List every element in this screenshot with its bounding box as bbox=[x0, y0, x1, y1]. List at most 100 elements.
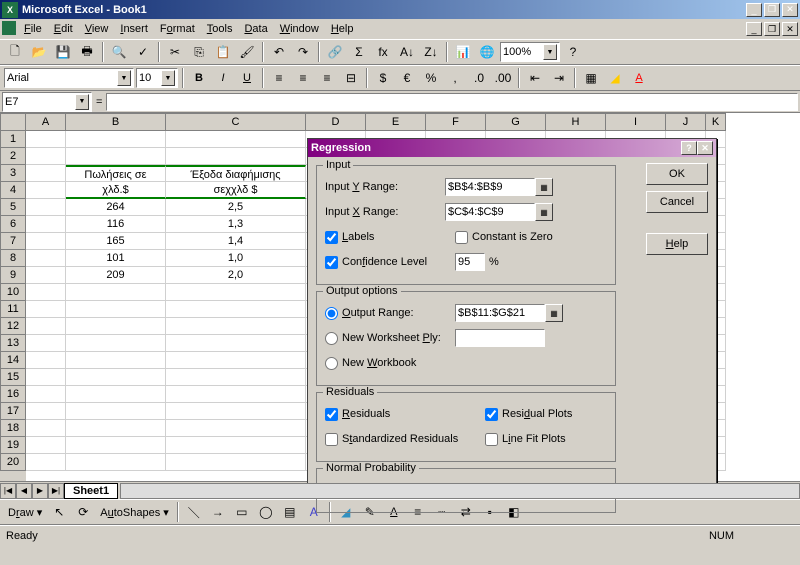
chevron-down-icon[interactable]: ▼ bbox=[543, 44, 557, 60]
row-header[interactable]: 19 bbox=[0, 437, 26, 454]
redo-icon[interactable]: ↷ bbox=[292, 41, 314, 63]
cell[interactable] bbox=[166, 301, 306, 318]
draw-menu[interactable]: Draw ▾ bbox=[4, 506, 46, 519]
row-header[interactable]: 2 bbox=[0, 148, 26, 165]
cell[interactable] bbox=[26, 250, 66, 267]
rectangle-icon[interactable]: ▭ bbox=[231, 501, 253, 523]
open-icon[interactable]: 📂 bbox=[28, 41, 50, 63]
range-picker-icon[interactable]: ▦ bbox=[545, 304, 563, 322]
cell[interactable] bbox=[26, 437, 66, 454]
dialog-close-button[interactable]: ✕ bbox=[697, 141, 713, 155]
paste-icon[interactable]: 📋 bbox=[212, 41, 234, 63]
fill-color-icon[interactable]: ◢ bbox=[604, 67, 626, 89]
font-color-icon[interactable]: A bbox=[628, 67, 650, 89]
bold-button[interactable]: B bbox=[188, 67, 210, 89]
menu-window[interactable]: Window bbox=[274, 21, 325, 37]
euro-icon[interactable]: € bbox=[396, 67, 418, 89]
cancel-button[interactable]: Cancel bbox=[646, 191, 708, 213]
cell[interactable] bbox=[166, 318, 306, 335]
row-header[interactable]: 4 bbox=[0, 182, 26, 199]
row-header[interactable]: 18 bbox=[0, 420, 26, 437]
cell[interactable] bbox=[26, 454, 66, 471]
constant-zero-checkbox[interactable]: Constant is Zero bbox=[455, 231, 553, 244]
new-sheet-radio[interactable]: New Worksheet Ply: bbox=[325, 332, 455, 345]
cell[interactable] bbox=[26, 131, 66, 148]
y-range-input[interactable] bbox=[445, 178, 535, 196]
cell[interactable] bbox=[66, 335, 166, 352]
minimize-button[interactable]: _ bbox=[746, 3, 762, 17]
labels-checkbox[interactable]: Labels bbox=[325, 231, 455, 244]
format-painter-icon[interactable]: 🖌 bbox=[236, 41, 258, 63]
align-right-icon[interactable]: ≡ bbox=[316, 67, 338, 89]
std-residuals-checkbox[interactable]: Standardized Residuals bbox=[325, 433, 485, 446]
cell[interactable] bbox=[26, 318, 66, 335]
row-header[interactable]: 3 bbox=[0, 165, 26, 182]
next-tab-button[interactable]: ▶ bbox=[32, 483, 48, 499]
dec-decimal-icon[interactable]: .00 bbox=[492, 67, 514, 89]
textbox-icon[interactable]: ▤ bbox=[279, 501, 301, 523]
spell-icon[interactable]: ✓ bbox=[132, 41, 154, 63]
menu-edit[interactable]: Edit bbox=[48, 21, 79, 37]
cell[interactable] bbox=[66, 352, 166, 369]
autoshapes-menu[interactable]: AutoShapes ▾ bbox=[96, 506, 173, 519]
cell[interactable] bbox=[166, 403, 306, 420]
cell[interactable] bbox=[26, 403, 66, 420]
cell[interactable] bbox=[166, 420, 306, 437]
preview-icon[interactable]: 🔍 bbox=[108, 41, 130, 63]
chart-icon[interactable]: 📊 bbox=[452, 41, 474, 63]
cell[interactable] bbox=[66, 369, 166, 386]
confidence-checkbox[interactable]: Confidence Level bbox=[325, 256, 455, 269]
cell[interactable]: 101 bbox=[66, 250, 166, 267]
select-all-corner[interactable] bbox=[0, 113, 26, 131]
column-header[interactable]: H bbox=[546, 113, 606, 131]
cell[interactable]: 1,4 bbox=[166, 233, 306, 250]
fontsize-combo[interactable]: 10 ▼ bbox=[136, 68, 178, 88]
residuals-checkbox[interactable]: Residuals bbox=[325, 408, 485, 421]
cell[interactable] bbox=[26, 165, 66, 182]
cell[interactable]: χλδ.$ bbox=[66, 182, 166, 199]
prev-tab-button[interactable]: ◀ bbox=[16, 483, 32, 499]
cell[interactable] bbox=[26, 335, 66, 352]
chevron-down-icon[interactable]: ▼ bbox=[117, 70, 131, 86]
zoom-combo[interactable]: 100% ▼ bbox=[500, 42, 560, 62]
first-tab-button[interactable]: |◀ bbox=[0, 483, 16, 499]
autosum-icon[interactable]: Σ bbox=[348, 41, 370, 63]
cell[interactable] bbox=[166, 369, 306, 386]
column-header[interactable]: I bbox=[606, 113, 666, 131]
x-range-input[interactable] bbox=[445, 203, 535, 221]
row-header[interactable]: 14 bbox=[0, 352, 26, 369]
doc-minimize-button[interactable]: _ bbox=[746, 22, 762, 36]
cell[interactable] bbox=[166, 352, 306, 369]
column-header[interactable]: K bbox=[706, 113, 726, 131]
dialog-help-button[interactable]: ? bbox=[681, 141, 697, 155]
cell[interactable]: 1,0 bbox=[166, 250, 306, 267]
residual-plots-checkbox[interactable]: Residual Plots bbox=[485, 408, 572, 421]
cell[interactable] bbox=[66, 386, 166, 403]
menu-tools[interactable]: Tools bbox=[201, 21, 239, 37]
chevron-down-icon[interactable]: ▼ bbox=[75, 94, 89, 110]
cell[interactable] bbox=[26, 216, 66, 233]
print-icon[interactable]: 🖶 bbox=[76, 41, 98, 63]
cell[interactable] bbox=[26, 369, 66, 386]
cell[interactable] bbox=[66, 318, 166, 335]
rotate-icon[interactable]: ⟳ bbox=[72, 501, 94, 523]
menu-help[interactable]: Help bbox=[325, 21, 360, 37]
cell[interactable] bbox=[66, 131, 166, 148]
row-header[interactable]: 13 bbox=[0, 335, 26, 352]
ok-button[interactable]: OK bbox=[646, 163, 708, 185]
cell[interactable] bbox=[26, 199, 66, 216]
column-header[interactable]: A bbox=[26, 113, 66, 131]
save-icon[interactable]: 💾 bbox=[52, 41, 74, 63]
cell[interactable] bbox=[26, 182, 66, 199]
doc-close-button[interactable]: ✕ bbox=[782, 22, 798, 36]
cell[interactable] bbox=[66, 284, 166, 301]
sheet-tab[interactable]: Sheet1 bbox=[64, 483, 118, 499]
help-button[interactable]: Help bbox=[646, 233, 708, 255]
row-header[interactable]: 15 bbox=[0, 369, 26, 386]
row-header[interactable]: 11 bbox=[0, 301, 26, 318]
cell[interactable] bbox=[26, 233, 66, 250]
undo-icon[interactable]: ↶ bbox=[268, 41, 290, 63]
dialog-title-bar[interactable]: Regression ? ✕ bbox=[308, 139, 716, 157]
cell[interactable] bbox=[66, 301, 166, 318]
column-header[interactable]: F bbox=[426, 113, 486, 131]
